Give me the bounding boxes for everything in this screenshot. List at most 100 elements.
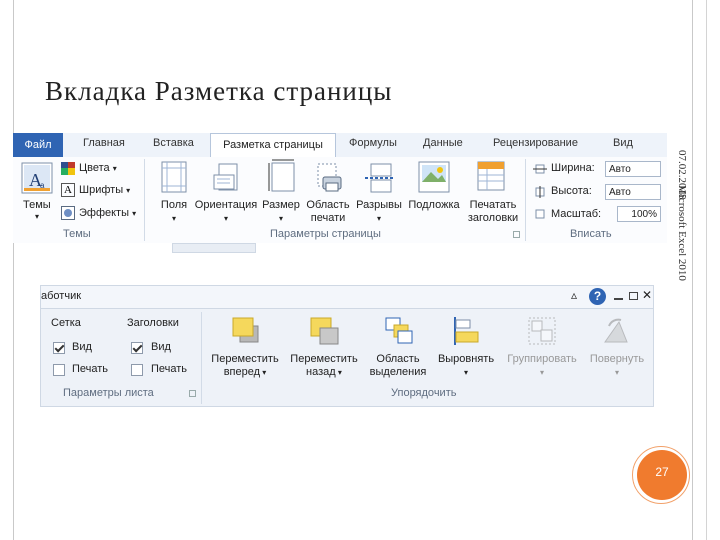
height-label: Высота: [551, 185, 592, 197]
effects-icon[interactable] [61, 206, 75, 220]
fonts-icon[interactable]: A [61, 183, 75, 197]
scale-label: Масштаб: [551, 208, 602, 220]
chevron-down-icon: ▾ [614, 368, 619, 377]
tab-data[interactable]: Данные [423, 137, 463, 149]
bring-forward-icon[interactable] [231, 316, 261, 346]
rotate-label: Повернуть [589, 353, 645, 365]
tab-developer-partial[interactable]: аботчик [41, 290, 81, 302]
headings-print-checkbox[interactable] [131, 364, 143, 376]
breaks-icon[interactable] [365, 163, 393, 193]
gridlines-print-checkbox[interactable] [53, 364, 65, 376]
group-label-themes: Темы [63, 228, 91, 240]
background-icon[interactable] [418, 161, 450, 193]
tab-home[interactable]: Главная [83, 137, 125, 149]
breaks-button[interactable]: Разрывы ▾ [354, 199, 404, 225]
ribbon-page-layout: Файл Главная Вставка Разметка страницы Ф… [13, 133, 667, 243]
effects-button[interactable]: Эффекты ▾ [79, 207, 136, 219]
margins-button[interactable]: Поля ▾ [154, 199, 194, 225]
bring-forward-label-1: Переместить [211, 353, 279, 365]
themes-icon[interactable]: Aa [21, 162, 53, 194]
group-label-sheet-options: Параметры листа [63, 387, 154, 399]
width-select[interactable]: Авто [605, 161, 661, 177]
bring-forward-label-2: вперед [223, 366, 261, 378]
gridlines-print-label: Печать [72, 363, 109, 375]
tab-formulas[interactable]: Формулы [349, 137, 397, 149]
chevron-down-icon: ▾ [171, 214, 176, 223]
colors-icon[interactable] [61, 162, 75, 175]
chevron-down-icon: ▾ [335, 368, 342, 377]
chevron-down-icon: ▾ [223, 214, 228, 223]
send-backward-label-1: Переместить [290, 353, 358, 365]
slide-caption-text: Microsoft Excel 2010 [676, 185, 688, 281]
scale-spinner[interactable]: 100% [617, 206, 661, 222]
tab-review[interactable]: Рецензирование [493, 137, 578, 149]
help-icon[interactable]: ? [589, 288, 606, 305]
group-separator [144, 159, 145, 241]
group-button[interactable]: Группировать ▾ [501, 353, 583, 379]
selection-pane-button[interactable]: Область выделения [365, 353, 431, 379]
selection-pane-label-2: выделения [369, 366, 427, 378]
chevron-down-icon: ▾ [126, 186, 131, 195]
orientation-icon[interactable] [213, 163, 239, 193]
bring-forward-button[interactable]: Переместить вперед ▾ [207, 353, 283, 379]
sheet-options-launcher-icon[interactable] [189, 390, 196, 397]
gridlines-title: Сетка [51, 317, 81, 329]
tab-insert[interactable]: Вставка [153, 137, 194, 149]
orientation-label: Ориентация [194, 199, 258, 211]
align-button[interactable]: Выровнять ▾ [433, 353, 499, 379]
headings-view-label: Вид [151, 341, 171, 353]
send-backward-icon[interactable] [309, 316, 339, 346]
size-icon[interactable] [268, 159, 296, 193]
headings-title: Заголовки [127, 317, 179, 329]
orientation-button[interactable]: Ориентация ▾ [194, 199, 258, 225]
chevron-down-icon: ▾ [539, 368, 544, 377]
print-titles-label-2: заголовки [467, 212, 519, 224]
gridlines-view-checkbox[interactable] [53, 342, 65, 354]
group-icon[interactable] [527, 316, 557, 346]
tab-view[interactable]: Вид [613, 137, 633, 149]
headings-view-checkbox[interactable] [131, 342, 143, 354]
print-area-label-1: Область [306, 199, 350, 211]
group-label-fit: Вписать [570, 228, 612, 240]
restore-icon[interactable] [629, 292, 638, 300]
margins-icon[interactable] [161, 161, 187, 193]
tab-page-layout[interactable]: Разметка страницы [210, 133, 336, 158]
send-backward-button[interactable]: Переместить назад ▾ [285, 353, 363, 379]
themes-dropdown-icon[interactable]: ▾ [35, 212, 39, 221]
print-titles-button[interactable]: Печатать заголовки [465, 199, 521, 225]
fonts-button[interactable]: Шрифты ▾ [79, 184, 130, 196]
rotate-button[interactable]: Повернуть ▾ [585, 353, 649, 379]
print-area-button[interactable]: Область печати [305, 199, 351, 225]
minimize-icon[interactable] [614, 298, 623, 300]
effects-label: Эффекты [79, 207, 130, 219]
background-button[interactable]: Подложка [406, 199, 462, 212]
ribbon-header: аботчик ▵ ? ✕ [41, 286, 653, 309]
tab-file[interactable]: Файл [13, 133, 63, 157]
group-label-arrange: Упорядочить [391, 387, 457, 399]
colors-button[interactable]: Цвета ▾ [79, 162, 117, 174]
rotate-icon[interactable] [601, 316, 631, 346]
headings-print-label: Печать [151, 363, 188, 375]
breaks-label: Разрывы [356, 199, 402, 211]
page-number: 27 [637, 450, 687, 500]
print-titles-icon[interactable] [477, 161, 507, 193]
collapse-ribbon-icon[interactable]: ▵ [571, 288, 577, 302]
page-setup-launcher-icon[interactable] [513, 231, 520, 238]
scale-icon [533, 207, 547, 219]
align-icon[interactable] [451, 316, 481, 346]
chevron-down-icon: ▾ [132, 209, 137, 218]
close-icon[interactable]: ✕ [642, 288, 652, 302]
slide-frame-line [706, 0, 707, 540]
chevron-down-icon: ▾ [260, 368, 267, 377]
fonts-label: Шрифты [79, 184, 124, 196]
height-icon [533, 185, 547, 198]
ribbon-drawing-tools: аботчик ▵ ? ✕ Сетка Заголовки Вид Вид Пе… [40, 285, 654, 407]
size-button[interactable]: Размер ▾ [260, 199, 302, 225]
selection-pane-icon[interactable] [384, 316, 414, 346]
slide-caption: Microsoft Excel 2010 [676, 185, 690, 305]
gridlines-view-label: Вид [72, 341, 92, 353]
height-select[interactable]: Авто [605, 184, 661, 200]
margins-label: Поля [160, 199, 188, 211]
themes-button-label[interactable]: Темы [23, 199, 51, 211]
print-area-icon[interactable] [315, 163, 343, 193]
